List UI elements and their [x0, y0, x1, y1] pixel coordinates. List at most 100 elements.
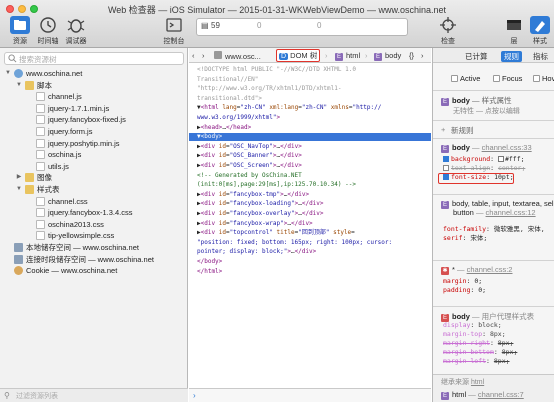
dom-node-line[interactable]: www.w3.org/1999/xhtml">	[197, 114, 280, 122]
tree-item[interactable]: Cookie — www.oschina.net	[0, 265, 188, 276]
css-property[interactable]: serif: 宋体;	[443, 232, 487, 242]
dom-node-line[interactable]: "position: fixed; bottom: 165px; right: …	[197, 239, 392, 247]
layers-button[interactable]: 层	[504, 16, 524, 46]
tree-item[interactable]: ▼ 样式表	[0, 184, 188, 195]
debugger-button[interactable]: 调试器	[64, 16, 88, 46]
database-icon	[14, 243, 23, 252]
tree-item[interactable]: channel.js	[0, 91, 188, 102]
css-property[interactable]: margin-right: 8px;	[443, 339, 513, 347]
tree-item[interactable]: jquery-1.7.1.min.js	[0, 103, 188, 114]
dom-node-line[interactable]: pointer; display: block;">…</div>	[197, 248, 316, 256]
tree-item[interactable]: ▼ www.oschina.net	[0, 68, 188, 79]
state-active-checkbox[interactable]: Active	[451, 74, 480, 83]
js-icon	[36, 161, 45, 171]
tree-item[interactable]: channel.css	[0, 196, 188, 207]
color-swatch-icon[interactable]	[497, 156, 504, 162]
tree-item[interactable]: oschina2013.css	[0, 219, 188, 230]
disclosure-closed-icon[interactable]: ▶	[15, 172, 23, 183]
tree-item[interactable]: 连接时段储存空间 — www.oschina.net	[0, 254, 188, 265]
css-property[interactable]: margin-bottom: 8px;	[443, 348, 517, 356]
dom-node-line[interactable]: ▶<div id="fancybox-loading">…</div>	[197, 200, 324, 208]
styles-button[interactable]: 样式	[528, 16, 552, 46]
dom-node-line[interactable]: (init:0[ms],page:29[ms],ip:125.70.10.34)…	[197, 181, 356, 189]
tab-computed[interactable]: 已计算	[465, 51, 488, 62]
dom-node-line[interactable]: ▼<body>	[197, 133, 222, 141]
tree-item[interactable]: jquery.form.js	[0, 126, 188, 137]
rule-header[interactable]: ✱ * — channel.css:2	[441, 265, 512, 275]
tree-item[interactable]: jquery.poshytip.min.js	[0, 138, 188, 149]
new-rule-button[interactable]: 新规则	[451, 125, 474, 136]
navbar-more-icon[interactable]: {}	[409, 51, 414, 60]
dom-node-line[interactable]: </html>	[197, 268, 222, 276]
tab-rules[interactable]: 规则	[501, 51, 522, 62]
dom-node-line[interactable]: ▶<div id="OSC_Banner">…</div>	[197, 152, 302, 160]
dom-node-line[interactable]: ▶<div id="fancybox-overlay">…</div>	[197, 210, 324, 218]
rule-source-link[interactable]: channel.css:12	[486, 208, 536, 217]
resources-button[interactable]: 资源	[8, 16, 32, 46]
dom-node-line[interactable]: transitional.dtd">	[197, 95, 262, 103]
element-icon: E	[374, 53, 382, 61]
css-property[interactable]: text-align: center;	[443, 164, 525, 172]
crumb-body[interactable]: Ebody	[374, 51, 401, 61]
inherited-from-link[interactable]: html	[471, 379, 484, 386]
dom-tree-crumb[interactable]: D DOM 树	[276, 49, 321, 62]
dom-node-line[interactable]: ▶<div id="OSC_NavTop">…</div>	[197, 143, 302, 151]
dom-node-line[interactable]: "http://www.w3.org/TR/xhtml1/DTD/xhtml1-	[197, 85, 342, 93]
navbar-next-icon[interactable]: ›	[421, 51, 424, 60]
property-toggle-checkbox[interactable]	[443, 165, 449, 171]
console-prompt-bar[interactable]: ›	[189, 388, 431, 402]
dom-node-line[interactable]: ▶<head>…</head>	[197, 124, 251, 132]
css-property[interactable]: display: block;	[443, 321, 502, 329]
dom-node-line[interactable]: ▶<div id="fancybox-wrap">…</div>	[197, 220, 313, 228]
crumb-page[interactable]: www.osc...	[214, 51, 261, 61]
dom-node-line[interactable]: <!-- Generated by OsChina.NET	[197, 172, 302, 180]
crumb-html[interactable]: Ehtml	[335, 51, 360, 61]
disclosure-open-icon[interactable]: ▼	[4, 68, 12, 79]
tree-item[interactable]: utils.js	[0, 161, 188, 172]
console-button[interactable]: 控制台	[160, 16, 188, 46]
dom-node-line[interactable]: </body>	[197, 258, 222, 266]
inspect-button[interactable]: 检查	[436, 16, 460, 46]
resource-search-field[interactable]: 搜索资源树	[4, 52, 184, 65]
css-property[interactable]: padding: 0;	[443, 286, 486, 294]
rule-source-link[interactable]: channel.css:2	[467, 265, 513, 274]
tree-item-label: jquery.fancybox-fixed.js	[48, 115, 126, 125]
rule-source-link[interactable]: channel.css:33	[482, 143, 532, 152]
forward-arrow-icon[interactable]: ›	[202, 51, 205, 60]
disclosure-open-icon[interactable]: ▼	[15, 184, 23, 195]
back-arrow-icon[interactable]: ‹	[192, 51, 195, 60]
dom-node-line[interactable]: ▶<div id="fancybox-tmp">…</div>	[197, 191, 309, 199]
tree-item[interactable]: jquery.fancybox-1.3.4.css	[0, 207, 188, 218]
tree-item[interactable]: 本地储存空间 — www.oschina.net	[0, 242, 188, 253]
css-property[interactable]: margin: 0;	[443, 277, 482, 285]
rule-source-link[interactable]: channel.css:7	[478, 390, 524, 399]
tree-item[interactable]: ▼ 脚本	[0, 80, 188, 91]
tree-item[interactable]: ▶ 图像	[0, 172, 188, 183]
rule-header[interactable]: Ebody — channel.css:33	[441, 143, 532, 153]
css-property[interactable]: background: #fff;	[443, 155, 525, 163]
dom-node-line[interactable]: ▶<div id="topcontrol" title="回到顶部" style…	[197, 229, 355, 237]
dom-node-line[interactable]: Transitional//EN"	[197, 76, 258, 84]
window-toolbar: Web 检查器 — iOS Simulator — 2015-01-31-WKW…	[0, 0, 554, 48]
filter-placeholder[interactable]: 过滤资源列表	[16, 391, 58, 401]
tab-metrics[interactable]: 指标	[533, 51, 548, 62]
add-icon[interactable]: +	[441, 125, 445, 134]
css-property[interactable]: margin-left: 8px;	[443, 357, 510, 365]
rule-header[interactable]: Ehtml — channel.css:7	[441, 390, 524, 400]
css-property[interactable]: margin-top: 8px;	[443, 330, 506, 338]
dom-node-line[interactable]: <!DOCTYPE html PUBLIC "-//W3C//DTD XHTML…	[197, 66, 356, 74]
style-attribute-header[interactable]: Ebody — 样式属性	[441, 95, 512, 106]
tree-item[interactable]: tip-yellowsimple.css	[0, 230, 188, 241]
state-hover-checkbox[interactable]: Hover	[533, 74, 554, 83]
dom-node-line[interactable]: ▼<html lang="zh-CN" xml:lang="zh-CN" xml…	[197, 104, 381, 112]
tree-item[interactable]: oschina.js	[0, 149, 188, 160]
state-focus-checkbox[interactable]: Focus	[493, 74, 522, 83]
tree-item[interactable]: jquery.fancybox-fixed.js	[0, 114, 188, 125]
dom-source-view[interactable]: <!DOCTYPE html PUBLIC "-//W3C//DTD XHTML…	[189, 64, 431, 384]
dom-node-line[interactable]: ▶<div id="OSC_Screen">…</div>	[197, 162, 302, 170]
tree-item-label: Cookie — www.oschina.net	[26, 266, 118, 276]
property-toggle-checkbox[interactable]	[443, 156, 449, 162]
style-attribute-note[interactable]: 无特性 — 点按以编辑	[453, 106, 520, 116]
disclosure-open-icon[interactable]: ▼	[15, 80, 23, 91]
timeline-button[interactable]: 时间轴	[36, 16, 60, 46]
